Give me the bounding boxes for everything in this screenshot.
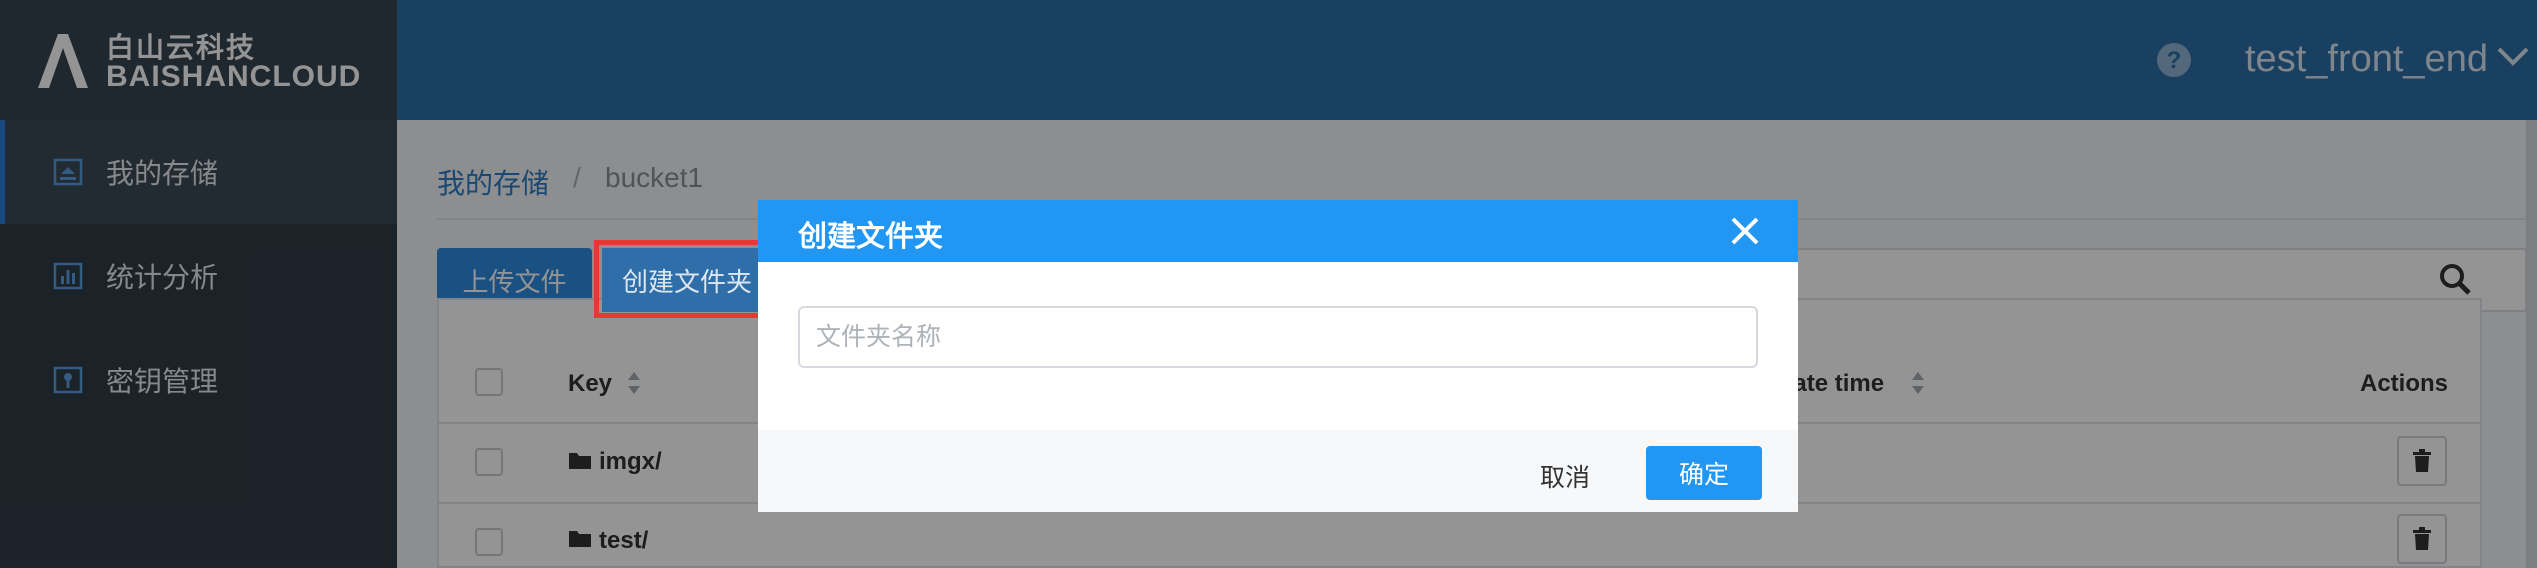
cancel-button[interactable]: 取消: [1540, 458, 1590, 494]
highlight-box: [594, 240, 774, 318]
create-folder-dialog: 创建文件夹 取消 确定: [758, 200, 1798, 512]
confirm-button[interactable]: 确定: [1646, 446, 1762, 500]
dialog-footer: [758, 430, 1798, 512]
dialog-title: 创建文件夹: [798, 221, 944, 253]
close-icon[interactable]: [1728, 214, 1762, 248]
dialog-header: 创建文件夹: [758, 200, 1798, 262]
folder-name-input[interactable]: [798, 306, 1758, 368]
